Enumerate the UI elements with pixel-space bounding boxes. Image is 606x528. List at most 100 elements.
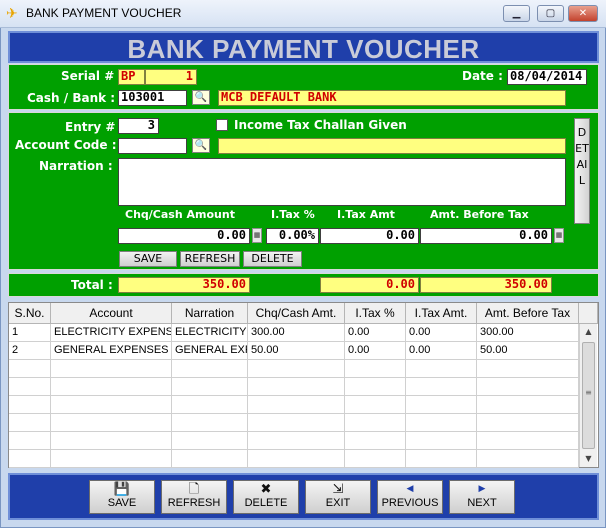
footer-exit-button[interactable]: ⇲ EXIT (305, 480, 371, 514)
scroll-up-icon[interactable]: ▲ (580, 324, 597, 340)
itax-pct-field[interactable]: 0.00% (266, 228, 319, 244)
detail-button[interactable]: DETAIL (574, 118, 590, 224)
cell-itax-amt[interactable] (406, 396, 477, 414)
grid-header-chq-amt[interactable]: Chq/Cash Amt. (248, 303, 345, 324)
account-code-field[interactable] (118, 138, 187, 154)
cell-sno[interactable] (9, 450, 51, 468)
cell-narration[interactable]: GENERAL EXPE (172, 342, 248, 360)
cell-before-tax[interactable]: 50.00 (477, 342, 579, 360)
grid-header-account[interactable]: Account (51, 303, 172, 324)
date-field[interactable]: 08/04/2014 (507, 69, 587, 85)
cell-sno[interactable] (9, 360, 51, 378)
cell-chq-amt[interactable] (248, 396, 345, 414)
cell-narration[interactable] (172, 414, 248, 432)
income-tax-challan-checkbox[interactable] (216, 119, 228, 131)
cell-itax-amt[interactable]: 0.00 (406, 324, 477, 342)
grid-header-before-tax[interactable]: Amt. Before Tax (477, 303, 579, 324)
cell-itax-pct[interactable] (345, 360, 406, 378)
narration-label: Narration : (39, 159, 113, 173)
cell-itax-amt[interactable] (406, 360, 477, 378)
cell-itax-pct[interactable]: 0.00 (345, 324, 406, 342)
entry-delete-button[interactable]: DELETE (243, 251, 302, 267)
before-tax-field[interactable]: 0.00 (420, 228, 552, 244)
cell-chq-amt[interactable] (248, 432, 345, 450)
cell-chq-amt[interactable] (248, 414, 345, 432)
calculator-icon[interactable]: ▦ (252, 228, 262, 243)
footer-refresh-button[interactable]: 🗋 REFRESH (161, 480, 227, 514)
cell-before-tax[interactable]: 300.00 (477, 324, 579, 342)
cell-chq-amt[interactable] (248, 360, 345, 378)
title-bar: ✈ BANK PAYMENT VOUCHER ▁ ▢ ✕ (0, 0, 606, 28)
cell-itax-amt[interactable]: 0.00 (406, 342, 477, 360)
cell-chq-amt[interactable] (248, 378, 345, 396)
cell-narration[interactable] (172, 396, 248, 414)
grid-header-narration[interactable]: Narration (172, 303, 248, 324)
itax-amt-field[interactable]: 0.00 (320, 228, 419, 244)
cell-chq-amt[interactable]: 50.00 (248, 342, 345, 360)
cell-before-tax[interactable] (477, 414, 579, 432)
cell-itax-amt[interactable] (406, 450, 477, 468)
entry-number-field[interactable]: 3 (118, 118, 159, 134)
cell-chq-amt[interactable] (248, 450, 345, 468)
grid-header-itax-pct[interactable]: I.Tax % (345, 303, 406, 324)
cell-sno[interactable] (9, 378, 51, 396)
serial-prefix-field[interactable]: BP (118, 69, 145, 85)
cell-sno[interactable] (9, 396, 51, 414)
entry-refresh-button[interactable]: REFRESH (180, 251, 240, 267)
serial-number-field[interactable]: 1 (145, 69, 197, 85)
cell-account[interactable]: GENERAL EXPENSES (51, 342, 172, 360)
cell-account[interactable] (51, 450, 172, 468)
account-search-button[interactable]: 🔍 (192, 138, 210, 153)
cell-narration[interactable] (172, 432, 248, 450)
scroll-thumb[interactable]: ≡ (582, 342, 595, 449)
cell-account[interactable] (51, 396, 172, 414)
cell-itax-pct[interactable] (345, 378, 406, 396)
cell-account[interactable]: ELECTRICITY EXPENSES (51, 324, 172, 342)
cell-itax-pct[interactable] (345, 414, 406, 432)
minimize-button[interactable]: ▁ (503, 5, 530, 22)
cell-itax-pct[interactable] (345, 450, 406, 468)
cell-account[interactable] (51, 432, 172, 450)
cell-itax-amt[interactable] (406, 414, 477, 432)
cell-narration[interactable]: ELECTRICITY B (172, 324, 248, 342)
footer-previous-label: PREVIOUS (381, 497, 439, 509)
maximize-button[interactable]: ▢ (537, 5, 564, 22)
cell-itax-amt[interactable] (406, 378, 477, 396)
footer-previous-button[interactable]: ◀ PREVIOUS (377, 480, 443, 514)
cash-bank-code-field[interactable]: 103001 (118, 90, 187, 106)
narration-field[interactable] (118, 158, 566, 206)
cash-bank-search-button[interactable]: 🔍 (192, 90, 210, 105)
footer-next-button[interactable]: ▶ NEXT (449, 480, 515, 514)
cell-before-tax[interactable] (477, 432, 579, 450)
cell-itax-pct[interactable]: 0.00 (345, 342, 406, 360)
cell-sno[interactable]: 1 (9, 324, 51, 342)
cell-narration[interactable] (172, 360, 248, 378)
calculator-icon[interactable]: ▦ (554, 228, 564, 243)
cell-account[interactable] (51, 360, 172, 378)
cell-itax-pct[interactable] (345, 396, 406, 414)
entry-save-button[interactable]: SAVE (119, 251, 177, 267)
cell-sno[interactable] (9, 432, 51, 450)
cell-sno[interactable] (9, 414, 51, 432)
grid-vertical-scrollbar[interactable]: ▲ ≡ ▼ (579, 324, 597, 467)
cell-itax-pct[interactable] (345, 432, 406, 450)
cell-chq-amt[interactable]: 300.00 (248, 324, 345, 342)
entries-grid[interactable]: S.No. Account Narration Chq/Cash Amt. I.… (8, 302, 599, 468)
grid-header-sno[interactable]: S.No. (9, 303, 51, 324)
cell-before-tax[interactable] (477, 450, 579, 468)
cell-before-tax[interactable] (477, 396, 579, 414)
scroll-down-icon[interactable]: ▼ (580, 451, 597, 467)
cell-account[interactable] (51, 378, 172, 396)
cell-before-tax[interactable] (477, 360, 579, 378)
close-button[interactable]: ✕ (568, 5, 598, 22)
cell-account[interactable] (51, 414, 172, 432)
cell-narration[interactable] (172, 378, 248, 396)
grid-header-itax-amt[interactable]: I.Tax Amt. (406, 303, 477, 324)
cell-sno[interactable]: 2 (9, 342, 51, 360)
footer-delete-button[interactable]: ✖ DELETE (233, 480, 299, 514)
cell-narration[interactable] (172, 450, 248, 468)
cell-itax-amt[interactable] (406, 432, 477, 450)
cell-before-tax[interactable] (477, 378, 579, 396)
chq-amount-field[interactable]: 0.00 (118, 228, 250, 244)
footer-save-button[interactable]: 💾 SAVE (89, 480, 155, 514)
